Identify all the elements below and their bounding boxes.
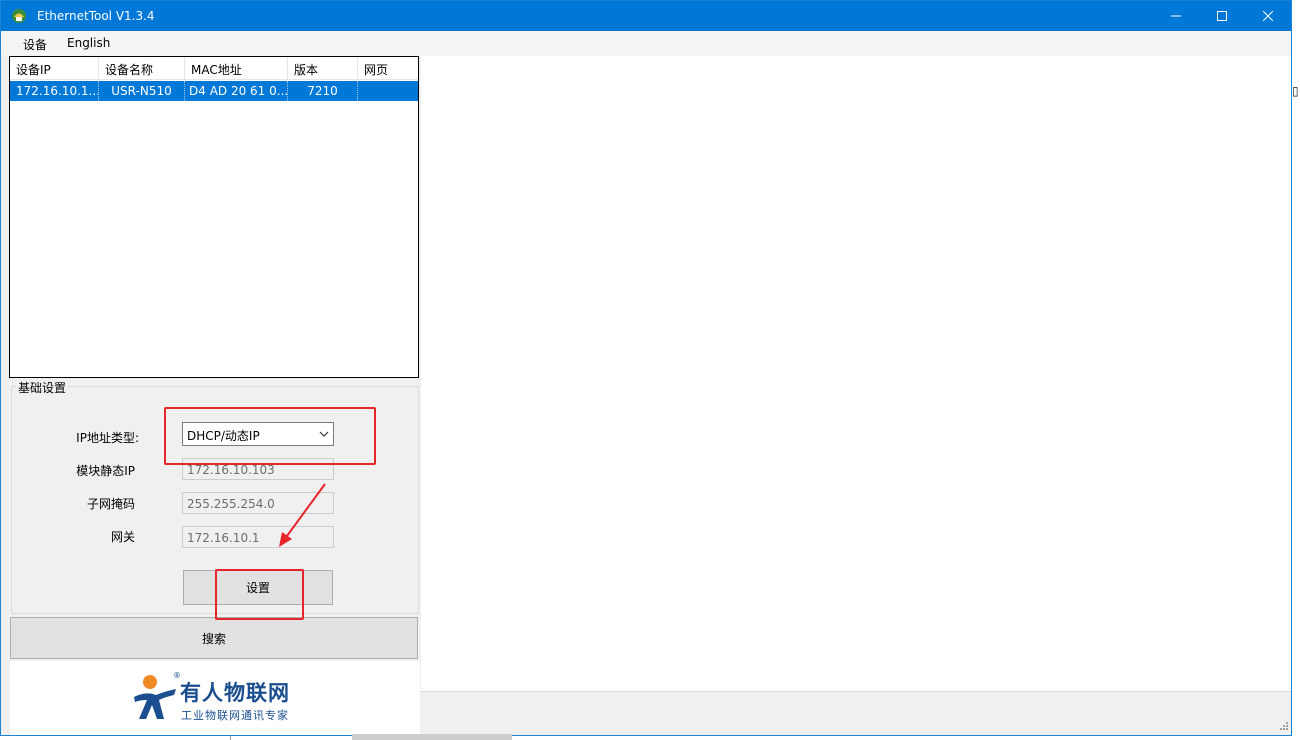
column-header-version[interactable]: 版本 xyxy=(288,57,358,80)
column-header-ip[interactable]: 设备IP xyxy=(10,57,99,80)
cell-mac: D4 AD 20 61 0... xyxy=(185,81,288,101)
search-button[interactable]: 搜索 xyxy=(10,617,418,659)
close-icon xyxy=(1263,11,1273,21)
cell-version: 7210 xyxy=(288,81,358,101)
ip-type-label: IP地址类型: xyxy=(76,431,139,445)
cell-ip: 172.16.10.1... xyxy=(10,81,99,101)
minimize-button[interactable] xyxy=(1153,1,1199,31)
content-panel xyxy=(421,56,1291,691)
close-button[interactable] xyxy=(1245,1,1291,31)
background-text-fragment: ▯ xyxy=(1292,84,1299,98)
app-icon xyxy=(12,9,26,23)
maximize-button[interactable] xyxy=(1199,1,1245,31)
menu-bar: 设备 English xyxy=(1,31,1291,55)
annotation-arrow-icon xyxy=(279,483,326,547)
resize-grip-icon[interactable] xyxy=(1277,721,1289,733)
company-slogan: 工业物联网通讯专家 xyxy=(181,709,289,722)
column-header-web[interactable]: 网页 xyxy=(358,57,418,80)
subnet-mask-label: 子网掩码 xyxy=(86,497,135,511)
background-divider xyxy=(230,736,231,740)
device-list[interactable]: 设备IP 设备名称 MAC地址 版本 网页 172.16.10.1... USR… xyxy=(9,56,419,378)
device-list-header: 设备IP 设备名称 MAC地址 版本 网页 xyxy=(10,57,418,80)
title-bar[interactable]: EthernetTool V1.3.4 xyxy=(1,1,1291,31)
maximize-icon xyxy=(1217,11,1227,21)
status-strip xyxy=(421,691,1291,735)
table-row[interactable]: 172.16.10.1... USR-N510 D4 AD 20 61 0...… xyxy=(10,81,418,101)
app-window: EthernetTool V1.3.4 设备 English 设备IP 设备名称… xyxy=(0,0,1292,736)
background-scrollbar xyxy=(352,734,512,740)
basic-settings-title: 基础设置 xyxy=(16,379,69,396)
menu-item-device[interactable]: 设备 xyxy=(23,36,47,53)
column-header-mac[interactable]: MAC地址 xyxy=(185,57,288,80)
cell-web[interactable] xyxy=(358,81,418,101)
column-header-name[interactable]: 设备名称 xyxy=(99,57,185,80)
cell-name: USR-N510 xyxy=(99,81,185,101)
company-logo-icon xyxy=(134,675,176,719)
brand-logo-area: ® 有人物联网 工业物联网通讯专家 xyxy=(10,661,420,735)
gateway-label: 网关 xyxy=(110,530,135,544)
static-ip-label: 模块静态IP xyxy=(76,464,135,478)
window-title: EthernetTool V1.3.4 xyxy=(37,9,155,23)
annotation-box-ip-type xyxy=(164,407,376,465)
menu-item-english[interactable]: English xyxy=(67,36,110,50)
annotation-box-set-button xyxy=(215,569,304,620)
minimize-icon xyxy=(1171,15,1181,17)
company-name: 有人物联网 xyxy=(180,681,290,705)
